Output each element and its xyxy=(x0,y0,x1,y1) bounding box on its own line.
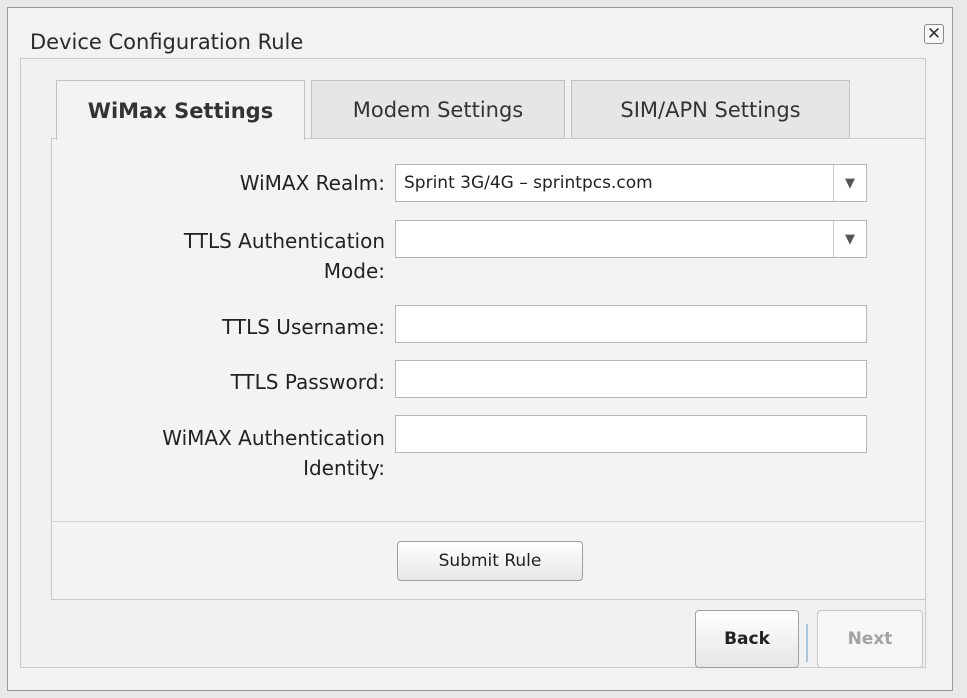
submit-rule-label: Submit Rule xyxy=(438,551,542,571)
tab-modem-settings[interactable]: Modem Settings xyxy=(311,80,565,138)
submit-rule-button[interactable]: Submit Rule xyxy=(397,541,583,581)
ttls-auth-mode-label: TTLS Authentication Mode: xyxy=(184,226,385,286)
back-label: Back xyxy=(724,629,770,649)
tab-label: SIM/APN Settings xyxy=(620,97,801,122)
ttls-username-label: TTLS Username: xyxy=(222,315,385,339)
dialog-title: Device Configuration Rule xyxy=(30,30,304,54)
wimax-realm-value: Sprint 3G/4G – sprintpcs.com xyxy=(404,173,653,193)
ttls-username-input[interactable] xyxy=(395,305,867,343)
tab-label: WiMax Settings xyxy=(87,98,274,123)
wimax-auth-identity-label: WiMAX Authentication Identity: xyxy=(162,423,385,483)
tab-sim-apn-settings[interactable]: SIM/APN Settings xyxy=(571,80,850,138)
next-button[interactable]: Next xyxy=(817,610,923,668)
tab-label: Modem Settings xyxy=(352,97,524,122)
ttls-auth-mode-select[interactable]: ▼ xyxy=(395,220,867,258)
button-separator xyxy=(806,624,808,662)
ttls-auth-mode-label-line1: TTLS Authentication xyxy=(183,229,385,253)
chevron-down-icon: ▼ xyxy=(833,165,866,201)
back-button[interactable]: Back xyxy=(695,610,799,668)
chevron-down-icon: ▼ xyxy=(833,221,866,257)
form-divider xyxy=(51,521,926,522)
ttls-auth-mode-label-line2: Mode: xyxy=(323,259,385,283)
wimax-realm-label: WiMAX Realm: xyxy=(239,171,385,195)
wimax-realm-select[interactable]: Sprint 3G/4G – sprintpcs.com ▼ xyxy=(395,164,867,202)
ttls-password-input[interactable] xyxy=(395,360,867,398)
close-icon: ✕ xyxy=(926,23,942,44)
wimax-auth-identity-input[interactable] xyxy=(395,415,867,453)
ttls-password-label: TTLS Password: xyxy=(230,370,385,394)
tab-wimax-settings[interactable]: WiMax Settings xyxy=(56,80,305,140)
close-button[interactable]: ✕ xyxy=(924,24,944,44)
wimax-auth-identity-label-line2: Identity: xyxy=(303,456,385,480)
wimax-auth-identity-label-line1: WiMAX Authentication xyxy=(162,426,385,450)
next-label: Next xyxy=(847,629,893,649)
